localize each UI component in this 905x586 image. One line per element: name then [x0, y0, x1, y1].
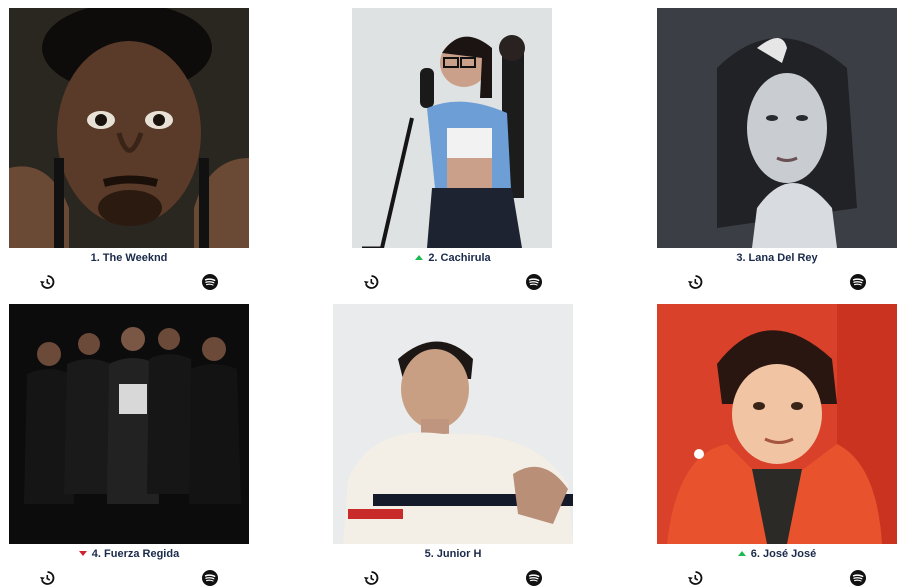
history-icon[interactable] [39, 274, 55, 290]
artist-photo[interactable] [657, 8, 897, 248]
history-icon[interactable] [363, 274, 379, 290]
artist-rank-label[interactable]: 3. Lana Del Rey [657, 251, 897, 265]
history-icon[interactable] [687, 570, 703, 586]
spotify-icon[interactable] [526, 274, 542, 290]
artist-rank-label[interactable]: 4. Fuerza Regida [9, 547, 249, 561]
artist-grid: 1. The Weeknd 2. Cachirula 3. Lana Del R… [0, 0, 905, 586]
artist-photo[interactable] [657, 304, 897, 544]
trend-down-icon [78, 551, 87, 556]
artist-rank-label[interactable]: 1. The Weeknd [9, 251, 249, 265]
artist-photo[interactable] [352, 8, 552, 248]
spotify-icon[interactable] [850, 274, 866, 290]
trend-up-icon [415, 255, 424, 260]
spotify-icon[interactable] [850, 570, 866, 586]
artist-rank-label[interactable]: 2. Cachirula [333, 251, 573, 265]
history-icon[interactable] [363, 570, 379, 586]
spotify-icon[interactable] [526, 570, 542, 586]
artist-photo[interactable] [333, 304, 573, 544]
artist-rank-label[interactable]: 6. José José [657, 547, 897, 561]
artist-photo[interactable] [9, 304, 249, 544]
history-icon[interactable] [39, 570, 55, 586]
spotify-icon[interactable] [202, 570, 218, 586]
spotify-icon[interactable] [202, 274, 218, 290]
history-icon[interactable] [687, 274, 703, 290]
trend-up-icon [737, 551, 746, 556]
artist-rank-label[interactable]: 5. Junior H [333, 547, 573, 561]
artist-photo[interactable] [9, 8, 249, 248]
